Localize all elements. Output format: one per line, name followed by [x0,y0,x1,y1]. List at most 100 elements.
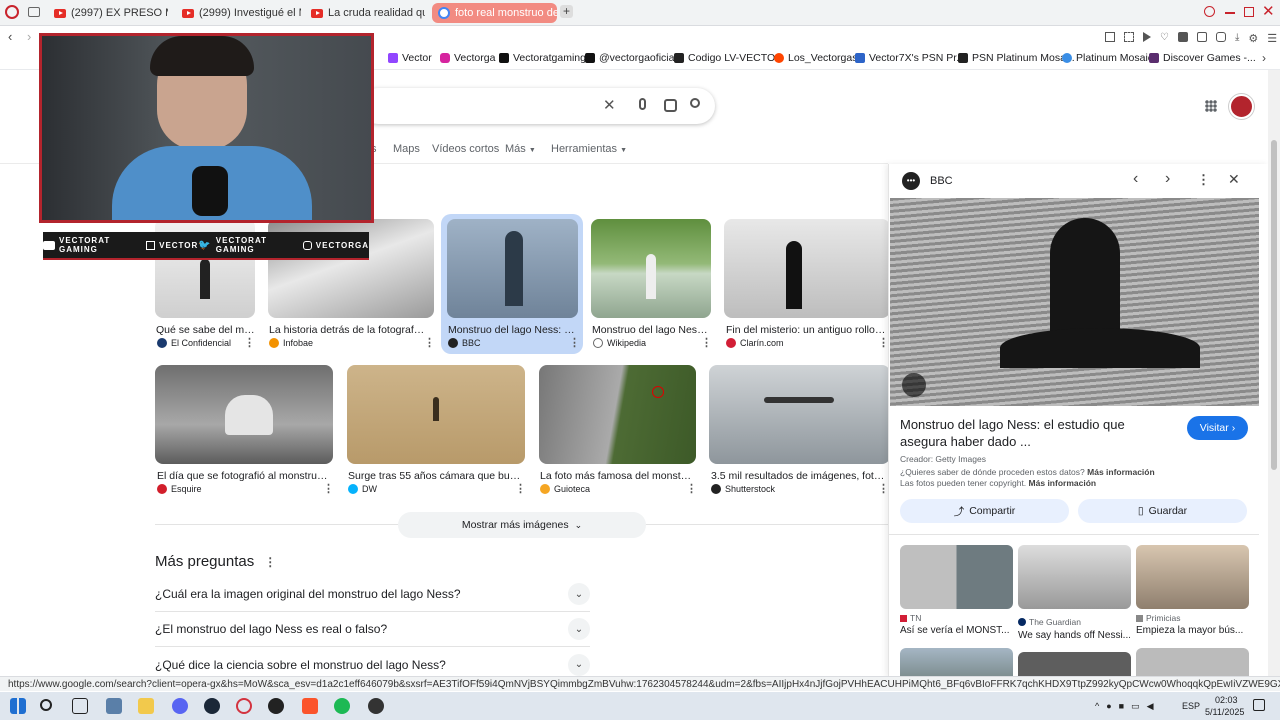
clock-time[interactable]: 02:03 [1215,695,1238,705]
snapshot-icon[interactable] [1124,32,1134,42]
panel-source[interactable]: BBC [930,175,953,187]
result-caption[interactable]: Fin del misterio: un antiguo rollo de f.… [726,324,886,336]
network-icon[interactable]: ▭ [1131,701,1140,712]
bookmark-item[interactable]: PSN Platinum Mosa... [958,52,1075,64]
bookmark-item[interactable]: Discover Games -... [1149,52,1256,64]
forward-icon[interactable]: › [27,29,31,44]
related-source[interactable]: Primicias [1136,613,1180,623]
more-info-link[interactable]: Más información [1029,478,1097,488]
download-icon[interactable]: ⤓ [1235,32,1239,45]
previous-icon[interactable]: ‹ [1133,170,1138,188]
panel-more-options-icon[interactable]: ⋮ [1197,172,1210,188]
search-icon[interactable] [40,699,52,711]
bookmark-item[interactable]: Los_Vectorgas [774,52,857,64]
bookmark-item[interactable]: Vectorga [440,52,495,64]
workspace-icon[interactable] [28,7,40,17]
nav-short-videos[interactable]: Vídeos cortos [432,143,499,155]
result-image-5[interactable] [724,219,890,318]
result-image-8[interactable] [539,365,696,464]
voice-search-icon[interactable] [639,98,646,110]
related-source[interactable]: TN [900,613,921,623]
result-caption[interactable]: El día que se fotografió al monstruo del… [157,470,332,482]
more-options-icon[interactable]: ⋮ [323,482,334,495]
new-tab-button[interactable]: + [560,5,573,18]
task-view-icon[interactable] [72,698,88,714]
result-image-4[interactable] [591,219,711,318]
language-indicator[interactable]: ESP [1182,701,1200,711]
maximize-icon[interactable] [1244,7,1254,17]
result-source[interactable]: DW [348,484,377,494]
scrollbar-thumb[interactable] [1271,140,1277,470]
bookmark-item[interactable]: Platinum Mosaic [1062,52,1153,64]
more-options-icon[interactable]: ⋮ [686,482,697,495]
bookmark-item[interactable]: Vectoratgaming [499,52,586,64]
faq-question[interactable]: ¿El monstruo del lago Ness es real o fal… [155,612,590,647]
result-caption[interactable]: Surge tras 55 años cámara que buscó a... [348,470,524,482]
result-caption[interactable]: 3.5 mil resultados de imágenes, fotos de… [711,470,889,482]
share-button[interactable]: ⤴ Compartir [900,499,1069,523]
minimize-icon[interactable] [1225,12,1235,14]
search-tabs-icon[interactable] [1204,6,1215,17]
mic-icon[interactable]: ● [1106,701,1111,712]
more-info-link[interactable]: Más información [1087,467,1155,477]
bookmark-item[interactable]: Vector7X's PSN Pr... [855,52,965,64]
settings-icon[interactable]: ⚙ [1248,32,1258,45]
extension-d-icon[interactable] [1177,32,1188,42]
nav-tools[interactable]: Herramientas ▼ [551,143,627,155]
related-caption[interactable]: Empieza la mayor bús... [1136,625,1248,636]
windows-start-icon[interactable] [10,698,26,714]
avatar[interactable] [1229,94,1254,119]
nav-maps[interactable]: Maps [393,143,420,155]
show-more-images-button[interactable]: Mostrar más imágenes ⌄ [398,512,646,538]
close-window-icon[interactable]: ✕ [1262,2,1275,20]
more-options-icon[interactable]: ⋮ [424,336,435,349]
more-options-icon[interactable]: ⋮ [569,336,580,349]
chevron-down-icon[interactable]: ⌄ [568,653,590,676]
camera-icon[interactable] [1196,32,1207,42]
result-caption[interactable]: La historia detrás de la fotografía to..… [269,324,427,336]
page-scrollbar[interactable] [1268,70,1280,676]
file-explorer-icon[interactable] [138,698,154,714]
result-source[interactable]: Wikipedia [593,338,646,348]
related-image-6[interactable] [1136,648,1249,678]
tab-4-active[interactable]: foto real monstruo del lag [432,3,557,23]
preview-image[interactable] [890,198,1259,406]
related-image-2[interactable] [1018,545,1131,609]
tab-3[interactable]: La cruda realidad que rod [305,3,425,23]
search-icon[interactable] [690,98,700,108]
usb-icon[interactable]: ■ [1119,701,1124,712]
nav-more[interactable]: Más ▼ [505,143,536,155]
bookmark-item[interactable]: @vectorgaoficial [585,52,677,64]
result-caption[interactable]: Monstruo del lago Ness - ... [592,324,712,336]
related-image-1[interactable] [900,545,1013,609]
close-panel-icon[interactable]: ✕ [1228,171,1240,188]
chevron-down-icon[interactable]: ⌄ [568,583,590,605]
app-icon[interactable] [368,698,384,714]
result-source[interactable]: Esquire [157,484,202,494]
result-image-6[interactable] [155,365,333,464]
brave-icon[interactable] [302,698,318,714]
bookmark-item[interactable]: Codigo LV-VECTOR [674,52,783,64]
related-image-3[interactable] [1136,545,1249,609]
opera-gx-icon[interactable] [236,698,252,714]
next-icon[interactable]: › [1165,170,1170,188]
play-icon[interactable] [1143,32,1151,42]
save-button[interactable]: ▯ Guardar [1078,499,1247,523]
result-source[interactable]: Infobae [269,338,313,348]
faq-question[interactable]: ¿Cuál era la imagen original del monstru… [155,577,590,612]
apps-grid-icon[interactable] [1205,100,1217,112]
chevron-up-icon[interactable]: ^ [1095,701,1099,712]
search-box[interactable]: ✕ [360,88,715,124]
panel-title[interactable]: Monstruo del lago Ness: el estudio que a… [900,416,1170,450]
chevron-down-icon[interactable]: ⌄ [568,618,590,640]
steam-icon[interactable] [204,698,220,714]
tab-1[interactable]: (2997) EX PRESO ME LLE [48,3,168,23]
more-options-icon[interactable]: ⋮ [701,336,712,349]
result-source[interactable]: BBC [448,338,481,348]
heart-icon[interactable]: ♡ [1160,32,1169,45]
result-source[interactable]: Shutterstock [711,484,775,494]
discord-icon[interactable] [172,698,188,714]
related-image-5[interactable] [1018,652,1131,678]
spotify-icon[interactable] [334,698,350,714]
result-caption[interactable]: Qué se sabe del mo... [156,324,256,336]
